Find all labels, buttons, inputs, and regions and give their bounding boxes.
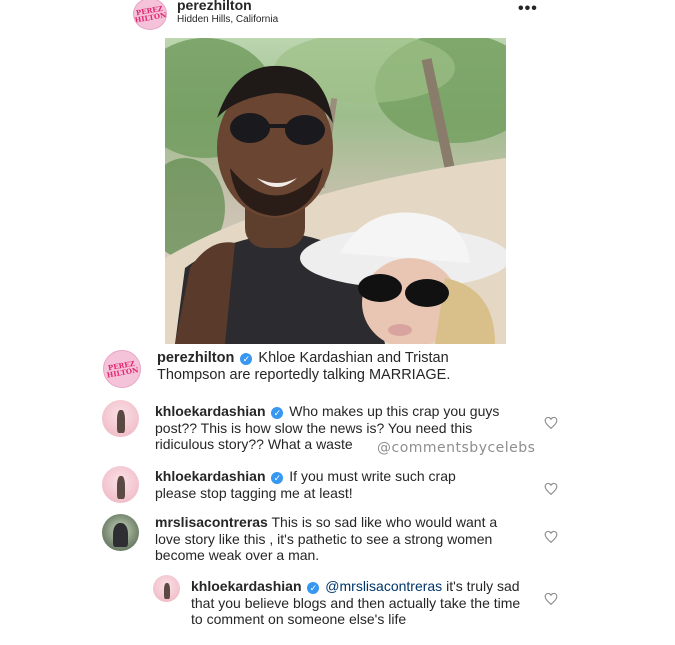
ellipsis-icon[interactable]: ••• bbox=[518, 0, 538, 18]
perez-logo: PEREZ HILTON bbox=[106, 358, 140, 380]
verified-badge-icon: ✓ bbox=[307, 582, 320, 594]
caption-avatar[interactable]: PEREZ HILTON bbox=[103, 350, 141, 388]
post-image[interactable] bbox=[165, 38, 506, 344]
verified-badge-icon: ✓ bbox=[240, 353, 253, 365]
poster-avatar[interactable]: PEREZ HILTON bbox=[133, 0, 167, 30]
photo-illustration bbox=[165, 38, 506, 344]
commenter-avatar[interactable] bbox=[102, 400, 139, 437]
caption-username[interactable]: perezhilton bbox=[157, 350, 234, 366]
heart-outline-icon[interactable] bbox=[544, 530, 558, 544]
mention-link[interactable]: @mrslisacontreras bbox=[325, 578, 442, 594]
commenter-avatar[interactable] bbox=[102, 466, 139, 503]
caption: perezhilton ✓ Khloe Kardashian and Trist… bbox=[157, 350, 497, 383]
reply-avatar[interactable] bbox=[153, 575, 180, 602]
post-username[interactable]: perezhilton bbox=[177, 0, 252, 13]
comment-2: khloekardashian ✓ If you must write such… bbox=[155, 468, 495, 501]
comment-username[interactable]: mrslisacontreras bbox=[155, 514, 268, 530]
comment-username[interactable]: khloekardashian bbox=[191, 578, 302, 594]
verified-badge-icon: ✓ bbox=[271, 472, 284, 484]
commenter-avatar[interactable] bbox=[102, 514, 139, 551]
comment-username[interactable]: khloekardashian bbox=[155, 468, 266, 484]
reply-comment: khloekardashian ✓ @mrslisacontreras it's… bbox=[191, 578, 521, 628]
perez-logo: PEREZ HILTON bbox=[134, 3, 167, 25]
comment-username[interactable]: khloekardashian bbox=[155, 403, 266, 419]
heart-outline-icon[interactable] bbox=[544, 416, 558, 430]
heart-outline-icon[interactable] bbox=[544, 482, 558, 496]
heart-outline-icon[interactable] bbox=[544, 592, 558, 606]
post-location[interactable]: Hidden Hills, California bbox=[177, 14, 278, 25]
watermark-text: @commentsbycelebs bbox=[377, 440, 536, 456]
comment-3: mrslisacontreras This is so sad like who… bbox=[155, 514, 520, 564]
verified-badge-icon: ✓ bbox=[271, 407, 284, 419]
